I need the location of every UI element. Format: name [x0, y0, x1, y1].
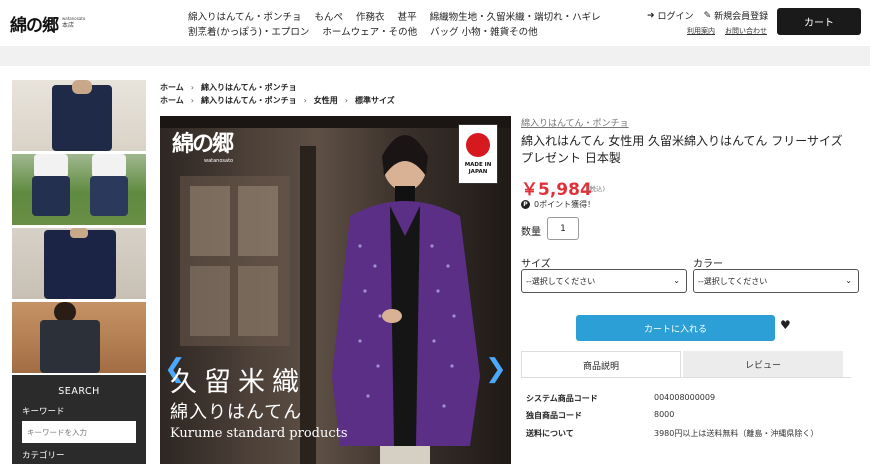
thumbnail-list — [12, 80, 146, 376]
chevron-right-icon: › — [190, 96, 194, 105]
quantity-label: 数量 — [521, 227, 541, 238]
product-tabs: 商品説明 レビュー — [521, 351, 851, 378]
register-link[interactable]: ✎ 新規会員登録 — [703, 9, 769, 23]
image-caption-main: 久留米織 — [170, 367, 306, 398]
tax-note: (税込) — [587, 185, 606, 193]
breadcrumb-home[interactable]: ホーム — [160, 95, 184, 106]
breadcrumb-category[interactable]: 綿入りはんてん・ポンチョ — [201, 95, 297, 106]
site-header: 綿の郷 watanosato 本店 綿入りはんてん・ポンチョ もんぺ 作務衣 甚… — [0, 0, 870, 46]
contact-link[interactable]: お問い合わせ — [725, 26, 767, 36]
logo-subtitle: 本店 — [62, 22, 75, 29]
color-label: カラー — [693, 259, 723, 270]
tab-description[interactable]: 商品説明 — [521, 351, 681, 378]
thumbnail-1[interactable] — [12, 80, 146, 151]
nav-row-1: 綿入りはんてん・ポンチョ もんぺ 作務衣 甚平 綿織物生地・久留米織・端切れ・ハ… — [188, 8, 608, 23]
logo-english: watanosato — [62, 16, 86, 21]
login-icon: ➜ — [647, 10, 655, 21]
login-link[interactable]: ➜ ログイン — [647, 9, 694, 23]
image-caption-sub: 綿入りはんてん — [170, 402, 303, 423]
chevron-right-icon: › — [303, 96, 307, 105]
nav-item-bags[interactable]: バッグ 小物・雑貨その他 — [430, 24, 538, 38]
nav-item-kappogi[interactable]: 割烹着(かっぽう)・エプロン — [188, 24, 309, 38]
points-icon: P — [521, 200, 530, 209]
main-nav: 綿入りはんてん・ポンチョ もんぺ 作務衣 甚平 綿織物生地・久留米織・端切れ・ハ… — [188, 8, 608, 38]
chevron-right-icon: › — [344, 96, 348, 105]
nav-row-2: 割烹着(かっぽう)・エプロン ホームウェア・その他 バッグ 小物・雑貨その他 — [188, 23, 608, 38]
chevron-down-icon: ⌄ — [673, 276, 680, 285]
next-image-arrow-icon[interactable]: ❯ — [485, 354, 507, 384]
tab-divider — [521, 377, 851, 378]
nav-item-hanten[interactable]: 綿入りはんてん・ポンチョ — [188, 9, 302, 23]
guide-link[interactable]: 利用案内 — [687, 26, 715, 36]
category-label: カテゴリー — [22, 451, 65, 461]
nav-item-fabric[interactable]: 綿織物生地・久留米織・端切れ・ハギレ — [430, 9, 601, 23]
chevron-right-icon: › — [190, 83, 194, 92]
favorite-heart-icon[interactable]: ♥ — [780, 318, 791, 332]
add-to-cart-button[interactable]: カートに入れる — [576, 315, 775, 341]
color-select[interactable]: --選択してください ⌄ — [693, 269, 859, 293]
user-utility: ➜ ログイン ✎ 新規会員登録 利用案内 お問い合わせ — [647, 9, 768, 36]
site-logo[interactable]: 綿の郷 watanosato 本店 — [10, 10, 90, 36]
points-info: P 0ポイント獲得！ — [521, 199, 595, 210]
product-title: 綿入れはんてん 女性用 久留米綿入りはんてん フリーサイズ プレゼント 日本製 — [521, 134, 843, 165]
breadcrumb-women[interactable]: 女性用 — [314, 95, 338, 106]
product-price: ￥5,984 — [521, 180, 592, 200]
image-logo: 綿の郷 — [172, 131, 234, 157]
edit-icon: ✎ — [703, 10, 712, 21]
keyword-input[interactable] — [22, 421, 136, 443]
chevron-down-icon: ⌄ — [845, 276, 852, 285]
image-caption-english: Kurume standard products — [170, 426, 348, 441]
made-in-japan-badge: MADE IN JAPAN — [458, 124, 498, 184]
spec-row: 送料について 3980円以上は送料無料（離島・沖縄県除く） — [526, 429, 819, 438]
spec-row: 独自商品コード 8000 — [526, 410, 675, 420]
keyword-label: キーワード — [22, 407, 65, 417]
thumbnail-3[interactable] — [12, 228, 146, 299]
logo-mark: 綿の郷 — [10, 15, 59, 36]
search-panel: SEARCH キーワード カテゴリー — [12, 375, 146, 464]
thumbnail-2[interactable] — [12, 154, 146, 225]
search-title: SEARCH — [58, 386, 100, 397]
breadcrumb-home[interactable]: ホーム — [160, 82, 184, 93]
size-label: サイズ — [521, 259, 551, 270]
nav-item-jinbei[interactable]: 甚平 — [398, 9, 417, 23]
breadcrumb: ホーム › 綿入りはんてん・ポンチョ — [160, 82, 297, 93]
nav-item-samue[interactable]: 作務衣 — [356, 9, 385, 23]
product-main-image: 綿の郷 watanosato MADE IN JAPAN ❮ ❯ 久留米織 綿入… — [160, 116, 511, 464]
header-divider-band — [0, 46, 870, 66]
breadcrumb-standard-size[interactable]: 標準サイズ — [355, 95, 395, 106]
breadcrumb: ホーム › 綿入りはんてん・ポンチョ › 女性用 › 標準サイズ — [160, 95, 395, 106]
spec-row: システム商品コード 004008000009 — [526, 393, 716, 403]
japan-flag-icon — [466, 133, 490, 157]
product-category-link[interactable]: 綿入りはんてん・ポンチョ — [521, 116, 629, 129]
nav-item-monpe[interactable]: もんぺ — [315, 9, 344, 23]
image-logo-sub: watanosato — [204, 158, 234, 164]
quantity-input[interactable]: 1 — [547, 217, 579, 240]
size-select[interactable]: --選択してください ⌄ — [521, 269, 687, 293]
cart-button[interactable]: カート — [777, 8, 861, 35]
thumbnail-4[interactable] — [12, 302, 146, 373]
tab-review[interactable]: レビュー — [683, 351, 843, 378]
breadcrumb-category[interactable]: 綿入りはんてん・ポンチョ — [201, 82, 297, 93]
nav-item-homewear[interactable]: ホームウェア・その他 — [322, 24, 417, 38]
